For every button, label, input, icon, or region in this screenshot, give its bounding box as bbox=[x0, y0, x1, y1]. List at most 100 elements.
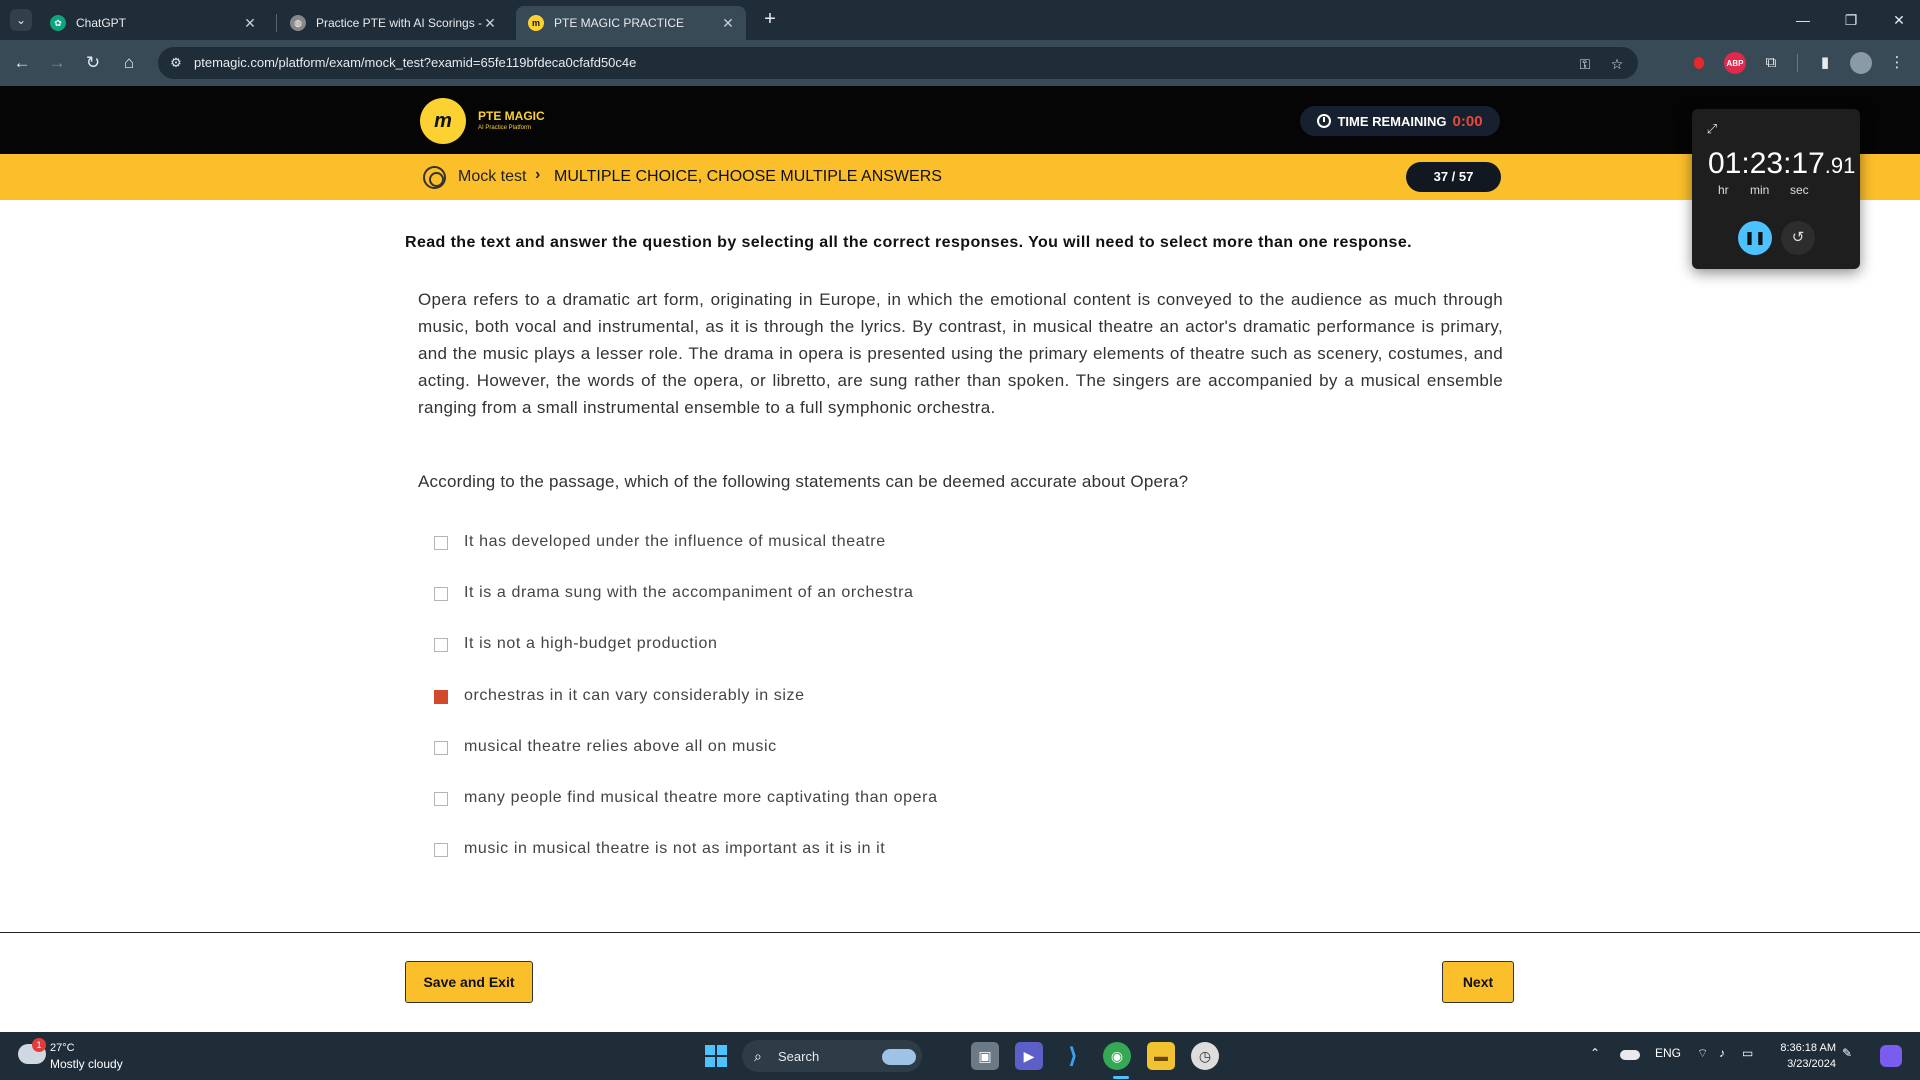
onedrive-cloud-icon[interactable] bbox=[1620, 1050, 1640, 1060]
close-icon[interactable]: ✕ bbox=[482, 15, 498, 32]
active-app-indicator bbox=[1113, 1076, 1129, 1079]
breadcrumb-mock-test[interactable]: Mock test bbox=[458, 168, 526, 186]
answer-option-label[interactable]: It is not a high-budget production bbox=[464, 632, 717, 656]
adblock-icon[interactable]: ABP bbox=[1724, 52, 1746, 74]
answer-checkbox[interactable] bbox=[434, 843, 448, 858]
answer-option-label[interactable]: orchestras in it can vary considerably i… bbox=[464, 684, 805, 708]
brand-tagline: AI Practice Platform bbox=[478, 125, 532, 131]
address-bar[interactable]: ⚙ ptemagic.com/platform/exam/mock_test?e… bbox=[158, 47, 1638, 79]
reset-icon[interactable]: ↺ bbox=[1781, 221, 1815, 255]
answer-checkbox[interactable] bbox=[434, 536, 448, 550]
answer-option-1[interactable]: It has developed under the influence of … bbox=[434, 530, 1334, 581]
ptemagic-logo[interactable]: m bbox=[420, 98, 466, 144]
answer-option-label[interactable]: It has developed under the influence of … bbox=[464, 530, 886, 554]
task-view-icon[interactable]: ▣ bbox=[971, 1042, 999, 1070]
pause-icon[interactable]: ❚❚ bbox=[1738, 221, 1772, 255]
taskbar-search[interactable]: ⌕ Search bbox=[742, 1040, 922, 1072]
clock-icon bbox=[1317, 114, 1332, 128]
home-icon[interactable]: ⌂ bbox=[117, 51, 141, 75]
tab-pte-magic[interactable]: m PTE MAGIC PRACTICE ✕ bbox=[516, 6, 746, 40]
side-panel-icon[interactable]: ▮ bbox=[1814, 52, 1836, 74]
bookmark-star-icon[interactable]: ☆ bbox=[1608, 55, 1626, 73]
file-explorer-icon[interactable]: ▬ bbox=[1147, 1042, 1175, 1070]
weather-temperature[interactable]: 27°C bbox=[50, 1042, 75, 1054]
language-indicator[interactable]: ENG bbox=[1655, 1046, 1681, 1060]
answer-option-3[interactable]: It is not a high-budget production bbox=[434, 632, 1334, 683]
search-highlight-cloud-icon bbox=[882, 1049, 916, 1065]
logo-mark: m bbox=[434, 109, 452, 132]
teams-meet-icon[interactable]: ▶ bbox=[1015, 1042, 1043, 1070]
chrome-icon[interactable]: ◉ bbox=[1103, 1042, 1131, 1070]
restore-icon[interactable]: ❐ bbox=[1836, 8, 1866, 32]
profile-avatar-icon[interactable] bbox=[1850, 52, 1872, 74]
chatgpt-icon: ✿ bbox=[50, 15, 66, 31]
stopwatch-label-hr: hr bbox=[1718, 183, 1729, 197]
system-time[interactable]: 8:36:18 AM bbox=[1780, 1042, 1836, 1054]
tab-title: Practice PTE with AI Scorings - I bbox=[316, 16, 482, 30]
answer-option-label[interactable]: many people find musical theatre more ca… bbox=[464, 786, 938, 810]
close-icon[interactable]: ✕ bbox=[720, 15, 736, 32]
close-icon[interactable]: ✕ bbox=[242, 15, 258, 32]
back-arrow-icon[interactable]: ← bbox=[10, 51, 34, 75]
browser-tab-strip: ⌄ ✿ ChatGPT ✕ ◍ Practice PTE with AI Sco… bbox=[0, 0, 1920, 40]
tab-title: ChatGPT bbox=[76, 16, 127, 30]
kebab-menu-icon[interactable]: ⋮ bbox=[1886, 52, 1908, 74]
browser-toolbar: ← → ↻ ⌂ ⚙ ptemagic.com/platform/exam/moc… bbox=[0, 40, 1920, 86]
save-and-exit-button[interactable]: Save and Exit bbox=[405, 961, 533, 1003]
system-date[interactable]: 3/23/2024 bbox=[1787, 1058, 1836, 1070]
forward-arrow-icon[interactable]: → bbox=[45, 51, 69, 75]
chevron-right-icon: › bbox=[535, 166, 541, 183]
reload-icon[interactable]: ↻ bbox=[81, 51, 105, 75]
copilot-icon[interactable] bbox=[1880, 1045, 1902, 1067]
minimize-icon[interactable]: — bbox=[1788, 8, 1818, 32]
stopwatch-widget: ⤢ 01:23:17.91 hr min sec ❚❚ ↺ bbox=[1692, 109, 1860, 269]
expand-icon[interactable]: ⤢ bbox=[1704, 121, 1720, 137]
answer-option-5[interactable]: musical theatre relies above all on musi… bbox=[434, 735, 1334, 786]
windows-start-icon[interactable] bbox=[705, 1045, 727, 1067]
answer-option-label[interactable]: It is a drama sung with the accompanimen… bbox=[464, 581, 914, 605]
weather-notification-badge: 1 bbox=[32, 1038, 46, 1052]
battery-icon[interactable]: ▭ bbox=[1742, 1046, 1753, 1060]
record-icon[interactable] bbox=[1688, 52, 1710, 74]
answer-option-label[interactable]: musical theatre relies above all on musi… bbox=[464, 735, 777, 759]
answer-checkbox[interactable] bbox=[434, 638, 448, 653]
wifi-icon[interactable]: ⌔ bbox=[1697, 1046, 1708, 1061]
tab-chatgpt[interactable]: ✿ ChatGPT ✕ bbox=[38, 6, 268, 40]
answer-checkbox[interactable] bbox=[434, 587, 448, 602]
new-tab-plus-icon[interactable]: + bbox=[758, 8, 782, 32]
search-label: Search bbox=[778, 1049, 820, 1064]
site-settings-icon[interactable]: ⚙ bbox=[168, 55, 184, 71]
vscode-icon[interactable]: ⟩ bbox=[1059, 1042, 1087, 1070]
record-shape bbox=[1694, 57, 1704, 69]
window-close-icon[interactable]: ✕ bbox=[1884, 8, 1914, 32]
stopwatch-label-min: min bbox=[1750, 183, 1770, 197]
answer-option-7[interactable]: music in musical theatre is not as impor… bbox=[434, 837, 1334, 888]
tab-search-chevron-icon[interactable]: ⌄ bbox=[10, 9, 32, 31]
password-key-icon[interactable]: ⚿ bbox=[1576, 55, 1594, 73]
answer-checkbox[interactable] bbox=[434, 791, 448, 806]
chevron-up-icon[interactable]: ⌃ bbox=[1590, 1046, 1600, 1060]
answer-checkbox[interactable] bbox=[434, 740, 448, 755]
next-button[interactable]: Next bbox=[1442, 961, 1514, 1003]
answer-option-2[interactable]: It is a drama sung with the accompanimen… bbox=[434, 581, 1334, 632]
volume-icon[interactable]: ♪ bbox=[1719, 1046, 1725, 1060]
answer-option-6[interactable]: many people find musical theatre more ca… bbox=[434, 786, 1334, 837]
breadcrumb-current: MULTIPLE CHOICE, CHOOSE MULTIPLE ANSWERS bbox=[554, 168, 942, 185]
answer-option-label[interactable]: music in musical theatre is not as impor… bbox=[464, 837, 885, 861]
start-tile bbox=[717, 1057, 727, 1067]
tab-separator bbox=[276, 14, 277, 32]
time-remaining-badge: TIME REMAINING 0:00 bbox=[1300, 106, 1500, 136]
start-tile bbox=[705, 1057, 715, 1067]
answer-checkbox-checked[interactable] bbox=[434, 689, 448, 704]
tab-practice-pte[interactable]: ◍ Practice PTE with AI Scorings - I ✕ bbox=[278, 6, 508, 40]
weather-description[interactable]: Mostly cloudy bbox=[50, 1057, 123, 1071]
extensions-puzzle-icon[interactable]: ⧉ bbox=[1760, 52, 1782, 74]
breadcrumb-bar: Mock test › MULTIPLE CHOICE, CHOOSE MULT… bbox=[0, 154, 1920, 200]
notification-icon[interactable]: ✎ bbox=[1842, 1046, 1852, 1060]
start-tile bbox=[717, 1045, 727, 1055]
time-remaining-value: 0:00 bbox=[1452, 112, 1483, 130]
answer-option-4[interactable]: orchestras in it can vary considerably i… bbox=[434, 684, 1334, 735]
url-text[interactable]: ptemagic.com/platform/exam/mock_test?exa… bbox=[194, 55, 636, 70]
search-icon: ⌕ bbox=[754, 1048, 762, 1064]
clock-app-icon[interactable]: ◷ bbox=[1191, 1042, 1219, 1070]
